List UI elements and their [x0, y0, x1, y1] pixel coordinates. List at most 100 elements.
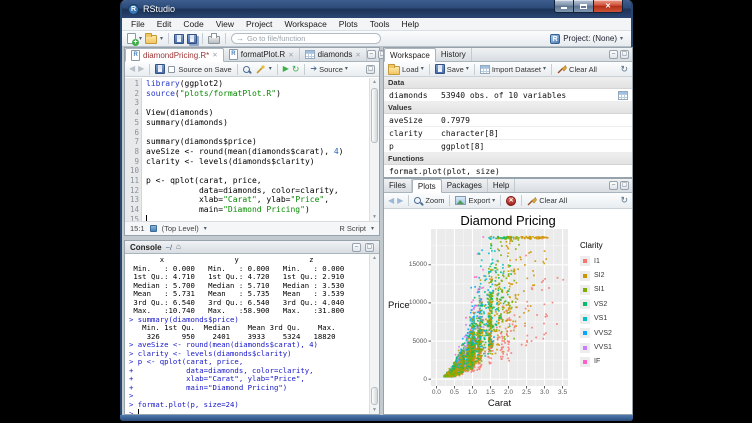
close-tab-icon[interactable]: ✕: [212, 51, 217, 59]
open-file-icon[interactable]: [145, 35, 157, 44]
code-tools-dropdown-icon[interactable]: ▾: [269, 66, 272, 72]
workspace-object-row[interactable]: pggplot[8]: [384, 140, 632, 153]
console-scrollbar[interactable]: ▲ ▼: [369, 254, 379, 414]
broom-icon: [527, 196, 537, 206]
menu-edit[interactable]: Edit: [151, 18, 178, 31]
workspace-object-row[interactable]: diamonds53940 obs. of 10 variables: [384, 89, 632, 102]
legend-item-vs1: VS1: [580, 312, 612, 326]
scroll-down-icon[interactable]: ▼: [370, 406, 379, 414]
rstudio-logo-icon: R: [128, 4, 139, 15]
tab-workspace[interactable]: Workspace: [384, 48, 436, 62]
minimize-button[interactable]: [554, 0, 574, 13]
tab-formatplot-r[interactable]: formatPlot.R✕: [224, 48, 300, 61]
previous-plot-icon[interactable]: ◀: [388, 196, 394, 206]
refresh-icon[interactable]: ↻: [620, 65, 628, 74]
console-working-dir: ~/: [166, 243, 172, 252]
tab-diamondpricing-r-[interactable]: diamondPricing.R*✕: [125, 48, 224, 62]
home-icon[interactable]: ⌂: [176, 243, 181, 251]
code-editor[interactable]: 123456789101112131415 library(ggplot2)so…: [125, 78, 379, 221]
save-icon[interactable]: [155, 64, 165, 74]
menu-workspace[interactable]: Workspace: [278, 18, 332, 31]
refresh-icon[interactable]: ↻: [620, 196, 628, 205]
object-name: aveSize: [384, 116, 441, 125]
tab-history[interactable]: History: [436, 48, 472, 61]
doc-type-label[interactable]: R Script: [339, 224, 366, 233]
print-icon[interactable]: [208, 36, 220, 44]
workspace-object-list: Datadiamonds53940 obs. of 10 variablesVa…: [384, 77, 632, 177]
save-icon[interactable]: [174, 34, 184, 44]
save-all-icon[interactable]: [187, 34, 197, 44]
scope-label[interactable]: (Top Level): [162, 224, 199, 233]
rerun-icon[interactable]: ↻: [292, 64, 300, 74]
editor-scrollbar[interactable]: ▲ ▼: [369, 78, 379, 221]
new-file-dropdown-icon[interactable]: ▾: [139, 36, 142, 42]
maximize-button[interactable]: [574, 0, 594, 13]
legend-item-i1: I1: [580, 254, 612, 268]
maximize-pane-icon[interactable]: ▢: [365, 243, 374, 252]
maximize-pane-icon[interactable]: ▢: [620, 50, 629, 59]
run-line-icon[interactable]: ▶: [283, 64, 289, 74]
close-button[interactable]: ✕: [594, 0, 623, 13]
source-on-save-checkbox[interactable]: [168, 66, 175, 73]
close-tab-icon[interactable]: ✕: [288, 51, 293, 59]
minimize-pane-icon[interactable]: ‒: [609, 181, 618, 190]
minimize-pane-icon[interactable]: ‒: [609, 50, 618, 59]
scroll-down-icon[interactable]: ▼: [370, 213, 379, 221]
legend-swatch: [583, 346, 587, 350]
back-icon[interactable]: ◀: [129, 64, 135, 74]
menu-plots[interactable]: Plots: [333, 18, 364, 31]
menu-file[interactable]: File: [125, 18, 151, 31]
workspace-object-row[interactable]: format.plot(plot, size): [384, 165, 632, 177]
code-area[interactable]: library(ggplot2)source("plots/formatPlot…: [142, 78, 379, 221]
load-label: Load: [402, 65, 419, 74]
legend-title: Clarity: [580, 241, 612, 250]
menu-help[interactable]: Help: [396, 18, 425, 31]
legend-key: [580, 343, 590, 353]
forward-icon[interactable]: ▶: [138, 64, 144, 74]
menu-view[interactable]: View: [210, 18, 240, 31]
next-plot-icon[interactable]: ▶: [397, 196, 403, 206]
object-name: format.plot(plot, size): [384, 167, 500, 176]
zoom-plot-button[interactable]: Zoom: [414, 196, 444, 205]
close-tab-icon[interactable]: ✕: [355, 51, 360, 59]
goto-file-box[interactable]: →: [231, 33, 381, 44]
save-workspace-button[interactable]: Save ▾: [435, 64, 469, 74]
load-workspace-button[interactable]: Load ▾: [388, 64, 424, 75]
console-output[interactable]: x y z Min. : 0.000 Min. : 0.000 Min. : 0…: [125, 254, 369, 414]
tab-diamonds[interactable]: diamonds✕: [300, 48, 367, 61]
source-button[interactable]: ➔ Source ▾: [310, 64, 347, 74]
console-command: > format.plot(p, size=24): [129, 401, 369, 410]
workspace-object-row[interactable]: aveSize0.7979: [384, 114, 632, 127]
workspace-object-row[interactable]: claritycharacter[8]: [384, 127, 632, 140]
menu-code[interactable]: Code: [177, 18, 209, 31]
clear-all-button[interactable]: Clear All: [557, 64, 597, 74]
code-tools-wand-icon[interactable]: [255, 64, 266, 75]
title-bar[interactable]: R RStudio ✕: [122, 0, 631, 18]
import-dataset-button[interactable]: Import Dataset ▾: [480, 65, 546, 74]
remove-plot-icon[interactable]: ✕: [506, 196, 516, 206]
export-plot-button[interactable]: Export ▾: [455, 196, 495, 205]
minimize-pane-icon[interactable]: ‒: [367, 50, 376, 59]
maximize-pane-icon[interactable]: ▢: [620, 181, 629, 190]
plots-toolbar: ◀ ▶ Zoom Export ▾ ✕ Clear All ↻: [384, 193, 632, 209]
project-menu[interactable]: R Project: (None) ▾: [550, 34, 626, 44]
clear-all-plots-button[interactable]: Clear All: [527, 196, 567, 206]
find-icon[interactable]: [243, 66, 250, 73]
menu-tools[interactable]: Tools: [364, 18, 396, 31]
open-file-dropdown-icon[interactable]: ▾: [160, 36, 163, 42]
scroll-up-icon[interactable]: ▲: [370, 78, 379, 86]
show-panes-icon[interactable]: ▢: [366, 65, 375, 74]
menu-project[interactable]: Project: [240, 18, 278, 31]
legend-label: SI2: [594, 272, 605, 279]
tab-plots[interactable]: Plots: [412, 179, 442, 193]
object-name: p: [384, 142, 441, 151]
tab-packages[interactable]: Packages: [442, 179, 488, 192]
new-file-icon[interactable]: [127, 33, 136, 44]
tab-help[interactable]: Help: [488, 179, 515, 192]
open-folder-icon: [388, 66, 400, 75]
scroll-up-icon[interactable]: ▲: [370, 254, 379, 262]
view-data-icon[interactable]: [618, 91, 628, 100]
tab-files[interactable]: Files: [384, 179, 412, 192]
minimize-pane-icon[interactable]: ‒: [352, 243, 361, 252]
goto-file-input[interactable]: [247, 34, 367, 43]
